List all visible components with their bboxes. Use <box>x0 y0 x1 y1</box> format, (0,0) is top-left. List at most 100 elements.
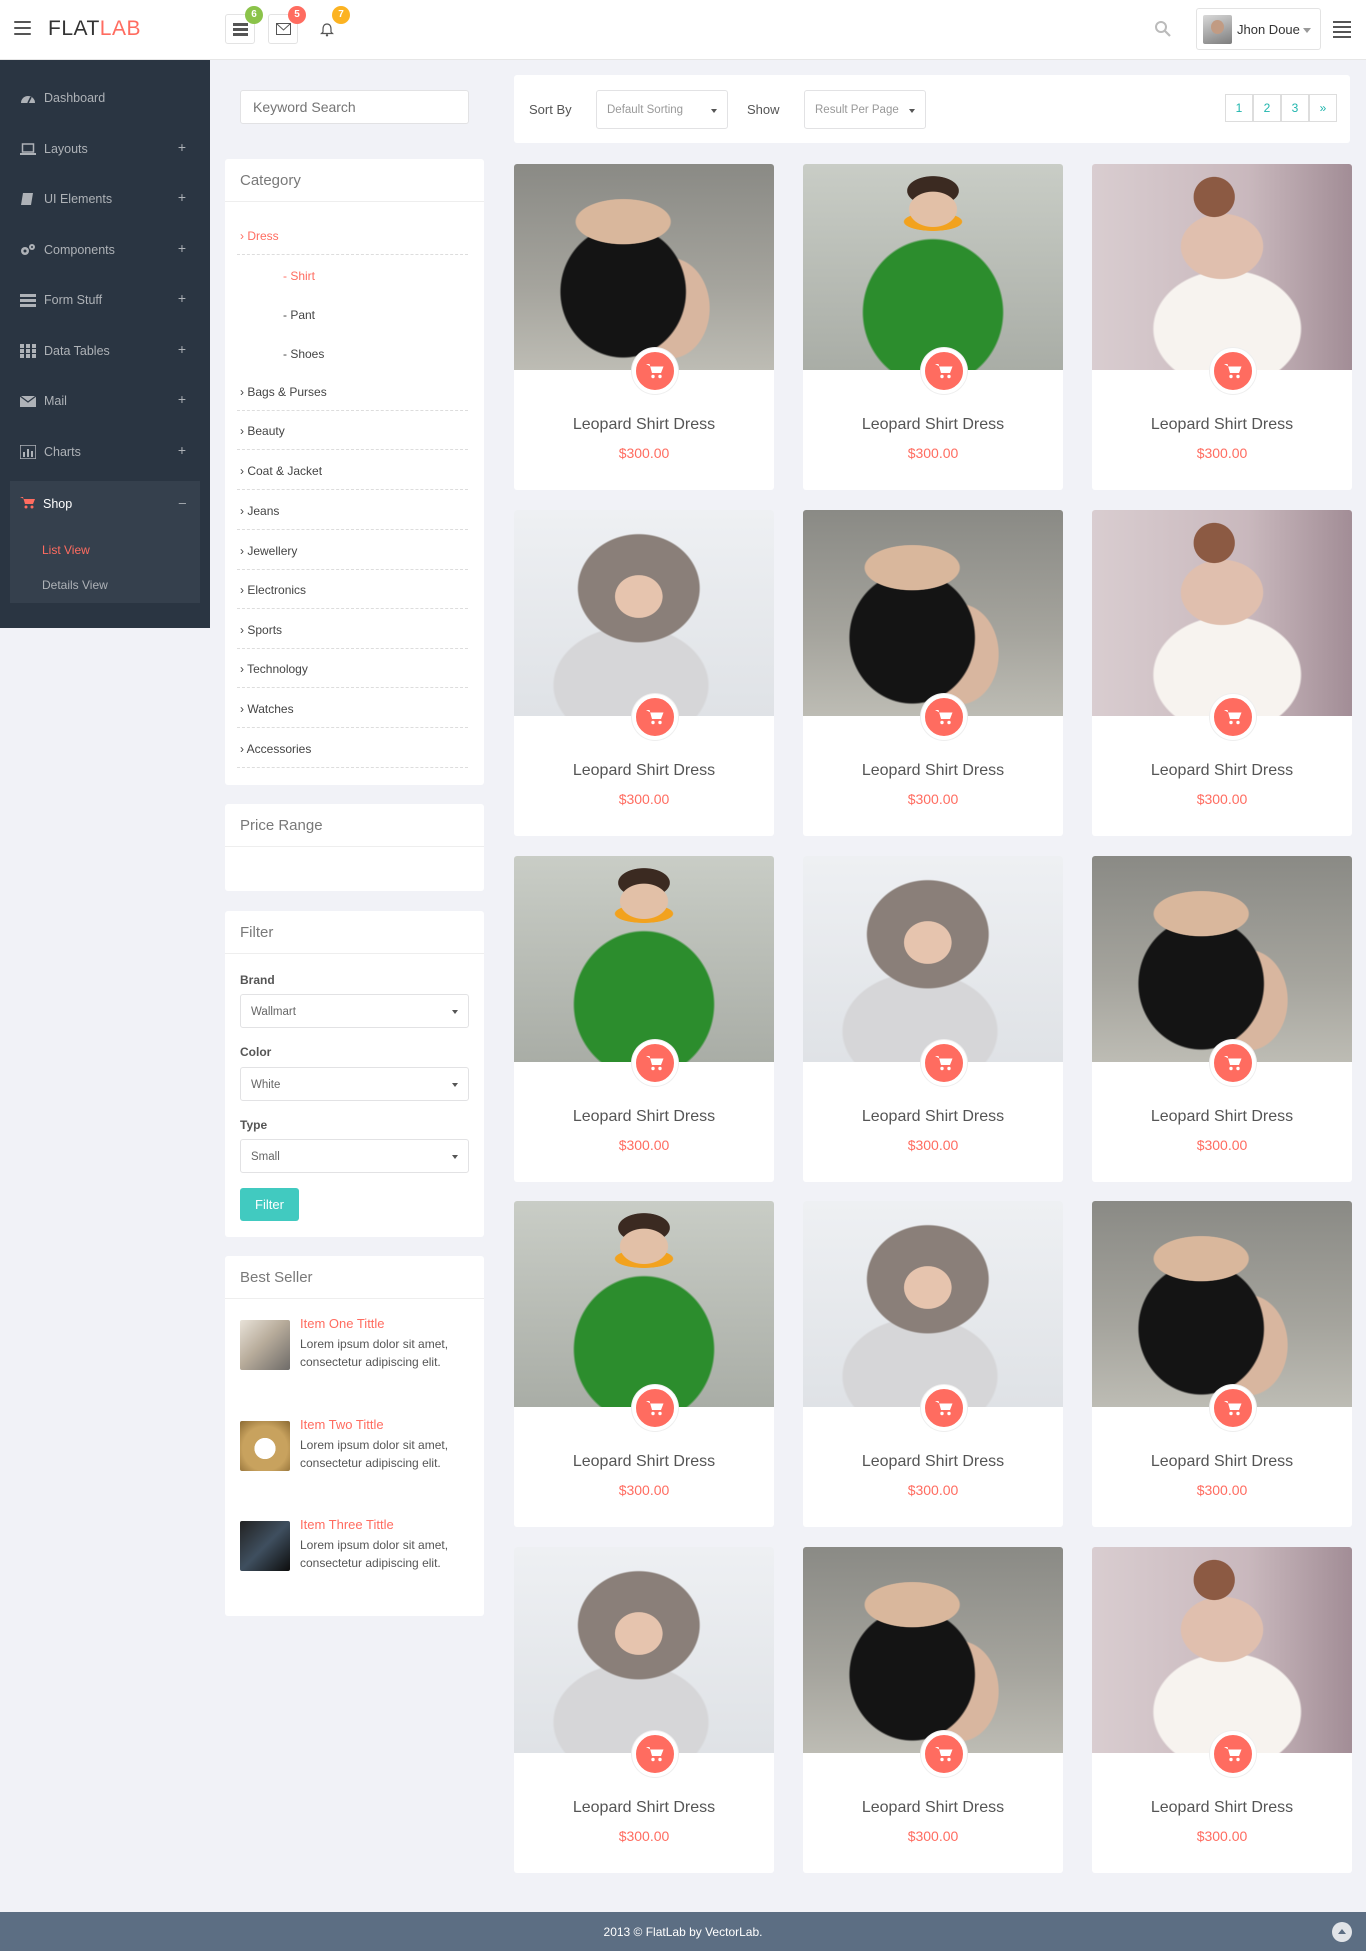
product-image[interactable] <box>514 1201 774 1407</box>
best-seller-title[interactable]: Item One Tittle <box>300 1316 385 1331</box>
product-name[interactable]: Leopard Shirt Dress <box>803 1108 1063 1126</box>
add-to-cart-button[interactable] <box>921 348 967 394</box>
add-to-cart-button[interactable] <box>632 694 678 740</box>
product-image[interactable] <box>1092 510 1352 716</box>
sidebar-item-ui-elements[interactable]: UI Elements + <box>0 174 210 224</box>
product-image[interactable] <box>514 164 774 370</box>
add-to-cart-button[interactable] <box>1210 1385 1256 1431</box>
per-page-select[interactable]: Result Per Page <box>804 90 926 129</box>
product-image[interactable] <box>514 1547 774 1753</box>
page-2-button[interactable]: 2 <box>1253 94 1281 122</box>
product-card[interactable]: Leopard Shirt Dress $300.00 <box>514 510 774 836</box>
sidebar-item-data-tables[interactable]: Data Tables + <box>0 326 210 376</box>
page-1-button[interactable]: 1 <box>1225 94 1253 122</box>
best-seller-thumbnail[interactable] <box>240 1320 290 1370</box>
best-seller-thumbnail[interactable] <box>240 1521 290 1571</box>
add-to-cart-button[interactable] <box>921 1731 967 1777</box>
sidebar-item-form-stuff[interactable]: Form Stuff + <box>0 275 210 325</box>
product-name[interactable]: Leopard Shirt Dress <box>1092 1453 1352 1471</box>
tasks-notification-button[interactable]: 6 <box>225 6 263 44</box>
product-image[interactable] <box>1092 1547 1352 1753</box>
sidebar-item-components[interactable]: Components + <box>0 225 210 275</box>
filter-button[interactable]: Filter <box>240 1188 299 1221</box>
product-name[interactable]: Leopard Shirt Dress <box>514 762 774 780</box>
product-name[interactable]: Leopard Shirt Dress <box>514 1799 774 1817</box>
product-image[interactable] <box>803 1547 1063 1753</box>
mail-notification-button[interactable]: 5 <box>268 6 306 44</box>
product-card[interactable]: Leopard Shirt Dress $300.00 <box>803 510 1063 836</box>
category-item[interactable]: › Bags & Purses <box>237 372 468 411</box>
add-to-cart-button[interactable] <box>632 1385 678 1431</box>
sidebar-item-mail[interactable]: Mail + <box>0 376 210 426</box>
product-name[interactable]: Leopard Shirt Dress <box>1092 1108 1352 1126</box>
sidebar-item-layouts[interactable]: Layouts + <box>0 124 210 174</box>
product-name[interactable]: Leopard Shirt Dress <box>803 416 1063 434</box>
category-item-dress[interactable]: › Dress <box>237 216 468 255</box>
bell-notification-button[interactable]: 7 <box>312 6 350 44</box>
add-to-cart-button[interactable] <box>921 1040 967 1086</box>
category-item[interactable]: › Jewellery <box>237 531 468 570</box>
product-card[interactable]: Leopard Shirt Dress $300.00 <box>803 1201 1063 1527</box>
product-image[interactable] <box>803 1201 1063 1407</box>
product-card[interactable]: Leopard Shirt Dress $300.00 <box>1092 1201 1352 1527</box>
add-to-cart-button[interactable] <box>632 1040 678 1086</box>
category-item[interactable]: › Beauty <box>237 411 468 450</box>
sidebar-subitem-details-view[interactable]: Details View <box>42 578 108 592</box>
product-card[interactable]: Leopard Shirt Dress $300.00 <box>514 1201 774 1527</box>
product-name[interactable]: Leopard Shirt Dress <box>803 762 1063 780</box>
best-seller-thumbnail[interactable] <box>240 1421 290 1471</box>
product-image[interactable] <box>514 510 774 716</box>
category-item[interactable]: › Accessories <box>237 729 468 768</box>
logo[interactable]: FLATLAB <box>48 17 141 41</box>
product-name[interactable]: Leopard Shirt Dress <box>514 1108 774 1126</box>
sidebar-item-charts[interactable]: Charts + <box>0 427 210 477</box>
product-card[interactable]: Leopard Shirt Dress $300.00 <box>803 856 1063 1182</box>
category-item[interactable]: › Technology <box>237 649 468 688</box>
category-item[interactable]: › Watches <box>237 689 468 728</box>
add-to-cart-button[interactable] <box>1210 348 1256 394</box>
product-image[interactable] <box>514 856 774 1062</box>
product-image[interactable] <box>803 856 1063 1062</box>
keyword-search-input[interactable] <box>240 90 469 124</box>
product-card[interactable]: Leopard Shirt Dress $300.00 <box>1092 1547 1352 1873</box>
product-card[interactable]: Leopard Shirt Dress $300.00 <box>514 1547 774 1873</box>
sidebar-item-dashboard[interactable]: Dashboard <box>0 73 210 123</box>
color-select[interactable]: White <box>240 1067 469 1101</box>
product-name[interactable]: Leopard Shirt Dress <box>803 1453 1063 1471</box>
category-sub-shirt[interactable]: - Shirt <box>283 269 315 283</box>
add-to-cart-button[interactable] <box>1210 1731 1256 1777</box>
product-image[interactable] <box>1092 856 1352 1062</box>
next-page-button[interactable]: » <box>1309 94 1337 122</box>
best-seller-title[interactable]: Item Three Tittle <box>300 1517 394 1532</box>
category-item[interactable]: › Jeans <box>237 491 468 530</box>
category-item[interactable]: › Coat & Jacket <box>237 451 468 490</box>
scroll-top-icon[interactable] <box>1332 1922 1352 1942</box>
product-card[interactable]: Leopard Shirt Dress $300.00 <box>514 856 774 1182</box>
category-item[interactable]: › Sports <box>237 610 468 649</box>
add-to-cart-button[interactable] <box>632 348 678 394</box>
add-to-cart-button[interactable] <box>1210 694 1256 740</box>
product-image[interactable] <box>1092 164 1352 370</box>
product-name[interactable]: Leopard Shirt Dress <box>1092 416 1352 434</box>
product-image[interactable] <box>803 164 1063 370</box>
product-card[interactable]: Leopard Shirt Dress $300.00 <box>803 164 1063 490</box>
category-sub-shoes[interactable]: - Shoes <box>283 347 324 361</box>
product-name[interactable]: Leopard Shirt Dress <box>803 1799 1063 1817</box>
sidebar-subitem-list-view[interactable]: List View <box>42 543 90 557</box>
menu-toggle-icon[interactable] <box>14 21 31 35</box>
product-name[interactable]: Leopard Shirt Dress <box>514 1453 774 1471</box>
product-name[interactable]: Leopard Shirt Dress <box>1092 762 1352 780</box>
product-card[interactable]: Leopard Shirt Dress $300.00 <box>514 164 774 490</box>
add-to-cart-button[interactable] <box>1210 1040 1256 1086</box>
product-name[interactable]: Leopard Shirt Dress <box>514 416 774 434</box>
add-to-cart-button[interactable] <box>632 1731 678 1777</box>
best-seller-title[interactable]: Item Two Tittle <box>300 1417 384 1432</box>
product-card[interactable]: Leopard Shirt Dress $300.00 <box>1092 510 1352 836</box>
product-image[interactable] <box>803 510 1063 716</box>
sidebar-item-shop[interactable]: Shop – <box>10 481 200 526</box>
brand-select[interactable]: Wallmart <box>240 994 469 1028</box>
product-image[interactable] <box>1092 1201 1352 1407</box>
type-select[interactable]: Small <box>240 1139 469 1173</box>
product-card[interactable]: Leopard Shirt Dress $300.00 <box>1092 856 1352 1182</box>
user-dropdown[interactable]: Jhon Doue <box>1196 8 1321 50</box>
